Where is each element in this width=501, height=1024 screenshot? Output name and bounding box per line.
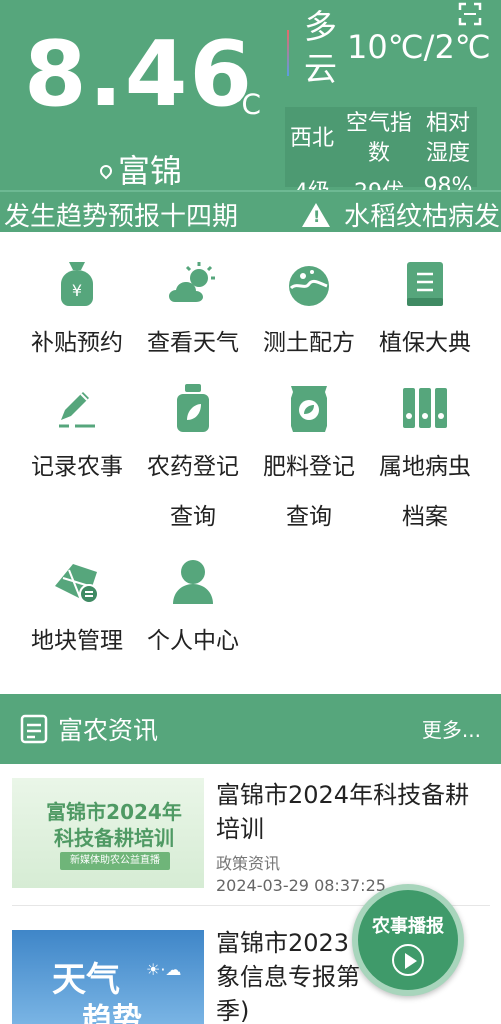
book-icon: [407, 262, 443, 306]
article-title-line3: 季): [216, 997, 250, 1024]
temperature-unit: ℃: [230, 88, 262, 121]
menu-plant-protection[interactable]: 植保大典: [366, 258, 484, 368]
city-name: 富锦: [118, 152, 183, 190]
marquee-text-2: 水稻纹枯病发: [344, 202, 501, 232]
fertilizer-bag-icon: [291, 386, 327, 432]
temperature-value: 8.46: [24, 22, 255, 127]
temperature-range: 10℃/2℃: [347, 28, 491, 66]
menu-personal-center[interactable]: 个人中心: [134, 556, 252, 666]
article-thumbnail: 天气 趋势 ☀·☁: [12, 930, 204, 1024]
article-date: 2024-03-29 08:37:25: [216, 876, 386, 895]
article-thumbnail: 富锦市2024年 科技备耕培训 新媒体助农公益直播: [12, 778, 204, 888]
menu-view-weather[interactable]: 查看天气: [134, 258, 252, 368]
thumb-title-line2: 趋势: [82, 1002, 142, 1024]
menu-label: 查看天气: [147, 330, 239, 356]
menu-label: 个人中心: [147, 628, 239, 654]
menu-label-line2: 查询: [286, 504, 332, 530]
article-title: 富锦市2024年科技备耕培训: [216, 781, 470, 843]
menu-label-line1: 属地病虫: [379, 454, 471, 480]
archive-binders-icon: [403, 388, 447, 428]
scan-icon[interactable]: [458, 2, 482, 26]
play-icon: [392, 944, 424, 976]
menu-pest-archive[interactable]: 属地病虫 档案: [366, 382, 484, 542]
thumb-subtitle: 新媒体助农公益直播: [60, 852, 170, 870]
menu-label: 植保大典: [379, 330, 471, 356]
article-title-line2-part1: 象信息专报第: [216, 963, 360, 991]
marquee-text-1: 发生趋势预报十四期: [4, 202, 239, 232]
news-more-link[interactable]: 更多...: [422, 714, 481, 743]
svg-text:¥: ¥: [72, 281, 82, 300]
menu-label: 地块管理: [31, 628, 123, 654]
field-plot-icon: [55, 564, 99, 604]
weather-condition: 多云: [304, 7, 337, 88]
money-bag-icon: ¥: [61, 262, 93, 306]
location-pin-icon: [97, 162, 115, 180]
menu-label-line2: 查询: [170, 504, 216, 530]
article-category: 政策资讯: [216, 854, 281, 873]
menu-record-farming[interactable]: 记录农事: [18, 382, 136, 492]
farm-broadcast-button[interactable]: 农事播报: [352, 884, 464, 996]
person-icon: [173, 560, 213, 604]
pesticide-bottle-icon: [177, 384, 209, 432]
menu-label-line2: 档案: [402, 504, 448, 530]
alert-marquee[interactable]: 发生趋势预报十四期 水稻纹枯病发: [0, 190, 501, 232]
sun-cloud-icon: ☀·☁: [146, 960, 182, 979]
city-location[interactable]: 富锦: [97, 146, 183, 192]
weather-icon: [169, 262, 215, 302]
menu-label: 记录农事: [31, 454, 123, 480]
thumb-title-line2: 科技备耕培训: [54, 826, 174, 850]
menu-subsidy-booking[interactable]: ¥ 补贴预约: [18, 258, 136, 368]
pen-record-icon: [59, 392, 95, 428]
news-section-title: 富农资讯: [58, 716, 159, 745]
warning-icon: [302, 202, 331, 227]
menu-field-management[interactable]: 地块管理: [18, 556, 136, 666]
news-document-icon: [20, 714, 48, 744]
menu-pesticide-query[interactable]: 农药登记 查询: [134, 382, 252, 542]
menu-fertilizer-query[interactable]: 肥料登记 查询: [250, 382, 368, 542]
thumb-title-line1: 富锦市2024年: [46, 800, 182, 824]
menu-label: 补贴预约: [31, 330, 123, 356]
news-section-header: 富农资讯 更多...: [0, 694, 501, 764]
fab-label: 农事播报: [372, 916, 444, 937]
menu-label-line1: 肥料登记: [263, 454, 355, 480]
menu-soil-test[interactable]: 测土配方: [250, 258, 368, 368]
menu-label: 测土配方: [263, 330, 355, 356]
soil-test-icon: [289, 266, 329, 306]
menu-label-line1: 农药登记: [147, 454, 239, 480]
thermometer-icon: [287, 30, 289, 76]
